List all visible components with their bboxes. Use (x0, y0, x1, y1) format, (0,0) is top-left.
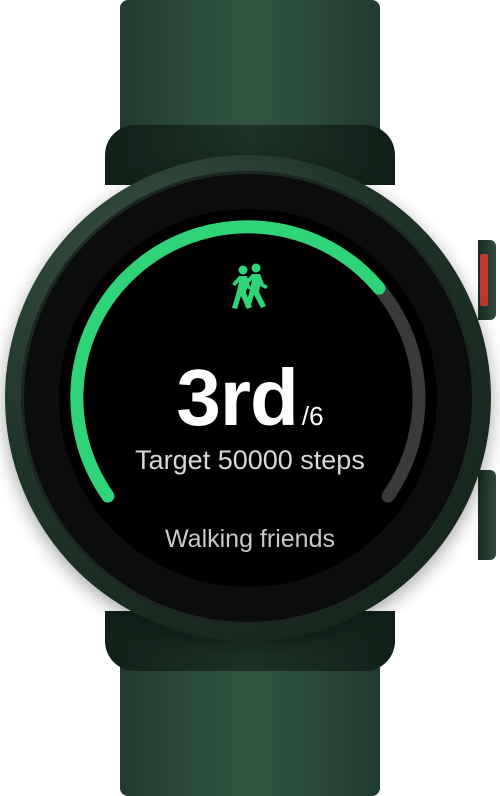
rank-total: /6 (301, 401, 324, 431)
walking-friends-label: Walking friends (165, 525, 335, 553)
rank-value: 3rd (176, 353, 298, 442)
target-steps-label: Target 50000 steps (135, 445, 365, 475)
smartwatch: 3rd/6 Target 50000 steps Walking friends (0, 0, 500, 796)
rank-display: 3rd/6 (0, 352, 500, 444)
walking-friends-icon (232, 263, 268, 309)
